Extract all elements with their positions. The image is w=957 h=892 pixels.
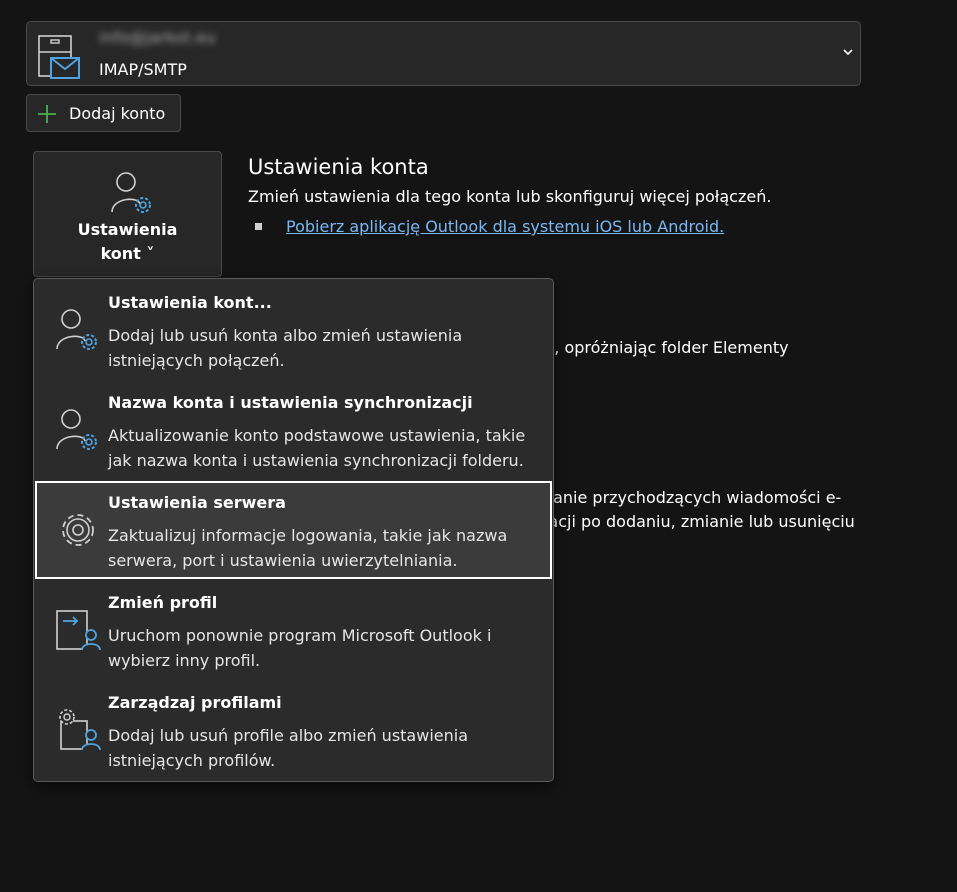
menu-item-account-name-sync[interactable]: Nazwa konta i ustawienia synchronizacji … [35, 381, 552, 479]
menu-item-description: Zaktualizuj informacje logowania, takie … [108, 526, 508, 570]
background-text: wanie przychodzących wiadomości e- [540, 488, 842, 507]
menu-item-title: Ustawienia kont... [108, 293, 272, 312]
plus-icon [38, 105, 56, 123]
account-settings-button[interactable]: Ustawienia kont ˅ [33, 151, 222, 277]
section-description: Zmień ustawienia dla tego konta lub skon… [248, 187, 772, 206]
manage-profiles-icon [59, 709, 101, 751]
outlook-mobile-link[interactable]: Pobierz aplikację Outlook dla systemu iO… [286, 217, 724, 236]
add-account-label: Dodaj konto [69, 104, 166, 123]
person-gear-icon [56, 409, 97, 450]
menu-item-account-settings[interactable]: Ustawienia kont... Dodaj lub usuń konta … [35, 281, 552, 379]
menu-item-description: Aktualizowanie konto podstawowe ustawien… [108, 426, 526, 470]
menu-item-title: Nazwa konta i ustawienia synchronizacji [108, 393, 473, 412]
menu-item-server-settings[interactable]: Ustawienia serwera Zaktualizuj informacj… [35, 481, 552, 579]
person-gear-icon [111, 172, 151, 213]
menu-item-title: Zarządzaj profilami [108, 693, 282, 712]
account-settings-label: Ustawienia kont ˅ [77, 220, 178, 263]
background-text: zacji po dodaniu, zmianie lub usunięciu [540, 512, 855, 531]
switch-profile-icon [56, 610, 101, 651]
account-email: info@jarkot.eu [99, 28, 216, 47]
menu-item-description: Dodaj lub usuń konta albo zmień ustawien… [108, 326, 463, 370]
account-selector[interactable]: info@jarkot.eu IMAP/SMTP [26, 21, 861, 86]
account-settings-menu: Ustawienia kont... Dodaj lub usuń konta … [33, 278, 554, 782]
mail-account-icon [38, 35, 80, 79]
background-text: ej, opróżniając folder Elementy [540, 338, 789, 357]
bullet [255, 223, 262, 230]
account-type: IMAP/SMTP [99, 60, 187, 79]
menu-item-title: Ustawienia serwera [108, 493, 286, 512]
menu-item-description: Uruchom ponownie program Microsoft Outlo… [108, 626, 492, 670]
section-title: Ustawienia konta [248, 155, 429, 179]
person-gear-icon [56, 309, 97, 350]
gear-icon [62, 514, 94, 546]
menu-item-change-profile[interactable]: Zmień profil Uruchom ponownie program Mi… [35, 581, 552, 679]
add-account-button[interactable]: Dodaj konto [26, 94, 181, 132]
chevron-down-icon [843, 49, 853, 56]
menu-item-title: Zmień profil [108, 593, 218, 612]
menu-item-manage-profiles[interactable]: Zarządzaj profilami Dodaj lub usuń profi… [35, 681, 552, 779]
menu-item-description: Dodaj lub usuń profile albo zmień ustawi… [108, 726, 468, 770]
